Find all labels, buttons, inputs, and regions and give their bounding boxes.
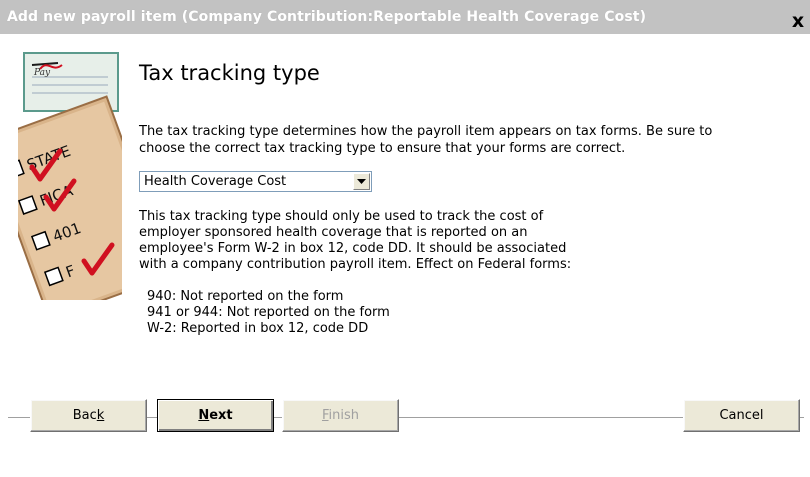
description-text: This tax tracking type should only be us… <box>139 209 609 273</box>
pay-label: Pay <box>33 68 51 78</box>
description-line-4: with a company contribution payroll item… <box>139 257 572 272</box>
intro-line-1: The tax tracking type determines how the… <box>139 124 713 139</box>
effect-w2: W-2: Reported in box 12, code DD <box>147 321 369 336</box>
tax-forms-illustration: Pay STATE FICA 401 F <box>18 45 122 300</box>
chevron-down-icon <box>357 178 366 184</box>
tax-tracking-type-dropdown[interactable]: Health Coverage Cost <box>139 171 372 192</box>
effect-940: 940: Not reported on the form <box>147 289 344 304</box>
back-mnemonic: k <box>96 408 105 423</box>
next-button[interactable]: Next <box>157 399 274 432</box>
back-label-part: Bac <box>72 408 97 423</box>
finish-label-part: inish <box>328 408 360 423</box>
intro-text: The tax tracking type determines how the… <box>139 123 779 157</box>
close-button[interactable]: x <box>789 12 807 31</box>
back-button[interactable]: Back <box>30 399 147 432</box>
intro-line-2: choose the correct tax tracking type to … <box>139 141 626 156</box>
page-title: Tax tracking type <box>139 61 320 85</box>
window-title: Add new payroll item (Company Contributi… <box>7 9 647 25</box>
next-button-label: Next <box>198 408 232 423</box>
description-line-3: employee's Form W-2 in box 12, code DD. … <box>139 241 567 256</box>
federal-form-effects: 940: Not reported on the form 941 or 944… <box>147 289 390 337</box>
description-line-2: employer sponsored health coverage that … <box>139 225 528 240</box>
next-mnemonic: N <box>198 408 210 423</box>
next-label-part: ext <box>209 408 233 423</box>
finish-button-label: Finish <box>322 408 359 423</box>
finish-button: Finish <box>282 399 399 432</box>
tax-tracking-type-value[interactable]: Health Coverage Cost <box>140 174 353 189</box>
title-bar: Add new payroll item (Company Contributi… <box>0 0 810 34</box>
back-button-label: Back <box>73 408 105 423</box>
effect-941-944: 941 or 944: Not reported on the form <box>147 305 390 320</box>
description-line-1: This tax tracking type should only be us… <box>139 209 544 224</box>
dropdown-arrow-button[interactable] <box>353 173 370 190</box>
cancel-button[interactable]: Cancel <box>683 399 800 432</box>
